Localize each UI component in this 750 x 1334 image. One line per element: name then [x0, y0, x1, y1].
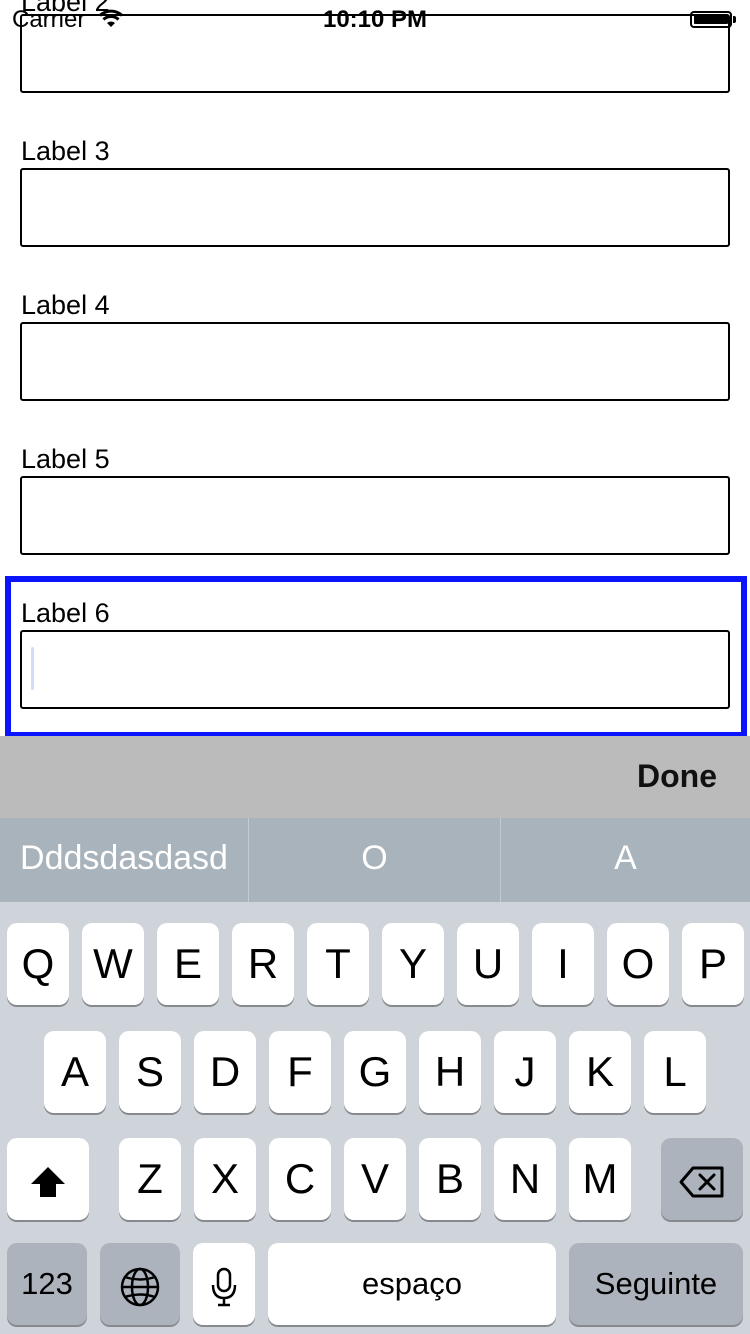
text-field-3[interactable]: [20, 168, 730, 247]
key-p[interactable]: P: [682, 923, 744, 1005]
key-v[interactable]: V: [344, 1138, 406, 1220]
field-label-3: Label 3: [21, 136, 110, 166]
field-label-5: Label 5: [21, 444, 110, 474]
battery-icon: [690, 11, 732, 28]
space-key[interactable]: espaço: [268, 1243, 556, 1325]
key-h[interactable]: H: [419, 1031, 481, 1113]
key-r[interactable]: R: [232, 923, 294, 1005]
key-m[interactable]: M: [569, 1138, 631, 1220]
keyboard: Q W E R T Y U I O P A S D F G H J K L Z …: [0, 902, 750, 1334]
field-label-6: Label 6: [21, 598, 110, 628]
delete-key[interactable]: [661, 1138, 743, 1220]
suggestion-1[interactable]: Dddsdasdasd: [0, 818, 248, 902]
key-f[interactable]: F: [269, 1031, 331, 1113]
key-e[interactable]: E: [157, 923, 219, 1005]
key-u[interactable]: U: [457, 923, 519, 1005]
key-y[interactable]: Y: [382, 923, 444, 1005]
done-button[interactable]: Done: [637, 756, 717, 796]
key-b[interactable]: B: [419, 1138, 481, 1220]
key-c[interactable]: C: [269, 1138, 331, 1220]
return-key[interactable]: Seguinte: [569, 1243, 743, 1325]
key-s[interactable]: S: [119, 1031, 181, 1113]
key-l[interactable]: L: [644, 1031, 706, 1113]
key-d[interactable]: D: [194, 1031, 256, 1113]
globe-key[interactable]: [100, 1243, 180, 1325]
keyboard-accessory-bar: Done: [0, 736, 750, 818]
shift-icon: [29, 1155, 67, 1202]
key-t[interactable]: T: [307, 923, 369, 1005]
suggestion-2[interactable]: O: [249, 818, 500, 902]
key-o[interactable]: O: [607, 923, 669, 1005]
key-q[interactable]: Q: [7, 923, 69, 1005]
globe-icon: [119, 1260, 161, 1307]
field-label-4: Label 4: [21, 290, 110, 320]
predictive-text-bar: Dddsdasdasd O A: [0, 818, 750, 902]
key-n[interactable]: N: [494, 1138, 556, 1220]
key-k[interactable]: K: [569, 1031, 631, 1113]
status-bar: Carrier 10:10 PM: [0, 0, 750, 40]
microphone-icon: [210, 1260, 238, 1307]
battery-tip: [733, 16, 736, 23]
key-w[interactable]: W: [82, 923, 144, 1005]
microphone-key[interactable]: [193, 1243, 255, 1325]
text-field-4[interactable]: [20, 322, 730, 401]
key-j[interactable]: J: [494, 1031, 556, 1113]
shift-key[interactable]: [7, 1138, 89, 1220]
text-field-5[interactable]: [20, 476, 730, 555]
numbers-key[interactable]: 123: [7, 1243, 87, 1325]
status-time: 10:10 PM: [322, 6, 428, 33]
key-a[interactable]: A: [44, 1031, 106, 1113]
key-z[interactable]: Z: [119, 1138, 181, 1220]
key-i[interactable]: I: [532, 923, 594, 1005]
delete-icon: [679, 1155, 725, 1202]
text-field-6[interactable]: [20, 630, 730, 709]
key-x[interactable]: X: [194, 1138, 256, 1220]
suggestion-3[interactable]: A: [501, 818, 750, 902]
text-caret: [31, 647, 34, 690]
key-g[interactable]: G: [344, 1031, 406, 1113]
